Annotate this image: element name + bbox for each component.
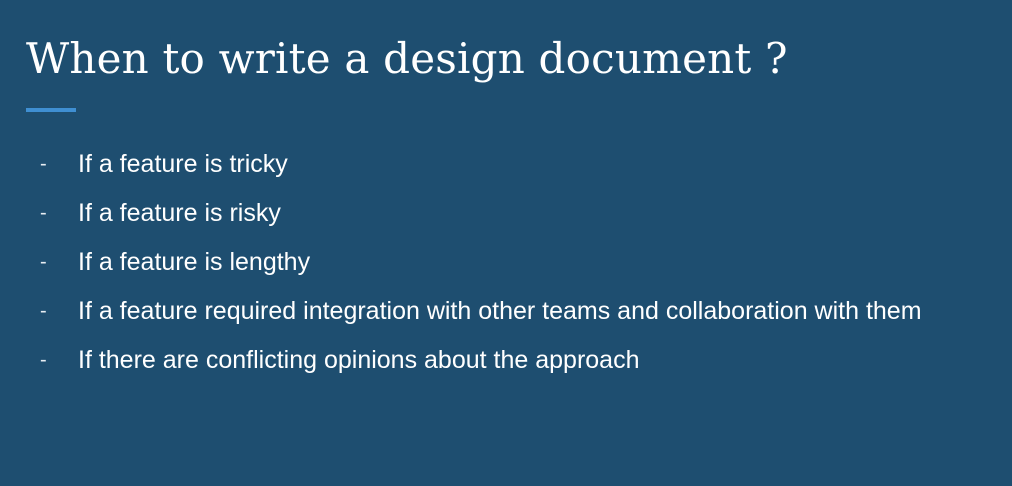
bullet-item-lengthy: - If a feature is lengthy [40, 238, 980, 287]
bullet-item-risky: - If a feature is risky [40, 189, 980, 238]
bullet-item-tricky: - If a feature is tricky [40, 140, 980, 189]
bullet-text: If there are conflicting opinions about … [78, 346, 640, 374]
bullet-text: If a feature is tricky [78, 150, 288, 178]
bullet-dash: - [40, 202, 47, 224]
presentation-slide: When to write a design document ? - If a… [0, 0, 1012, 486]
slide-title: When to write a design document ? [26, 34, 788, 83]
bullet-dash: - [40, 251, 47, 273]
bullet-item-conflicting-opinions: - If there are conflicting opinions abou… [40, 336, 980, 385]
bullet-dash: - [40, 349, 47, 371]
bullet-text: If a feature is risky [78, 199, 281, 227]
bullet-dash: - [40, 300, 47, 322]
title-accent-underline [26, 108, 76, 112]
bullet-item-integration: - If a feature required integration with… [40, 287, 980, 336]
bullet-list: - If a feature is tricky - If a feature … [40, 140, 980, 385]
bullet-dash: - [40, 153, 47, 175]
bullet-text: If a feature is lengthy [78, 248, 311, 276]
bullet-text: If a feature required integration with o… [78, 297, 922, 325]
